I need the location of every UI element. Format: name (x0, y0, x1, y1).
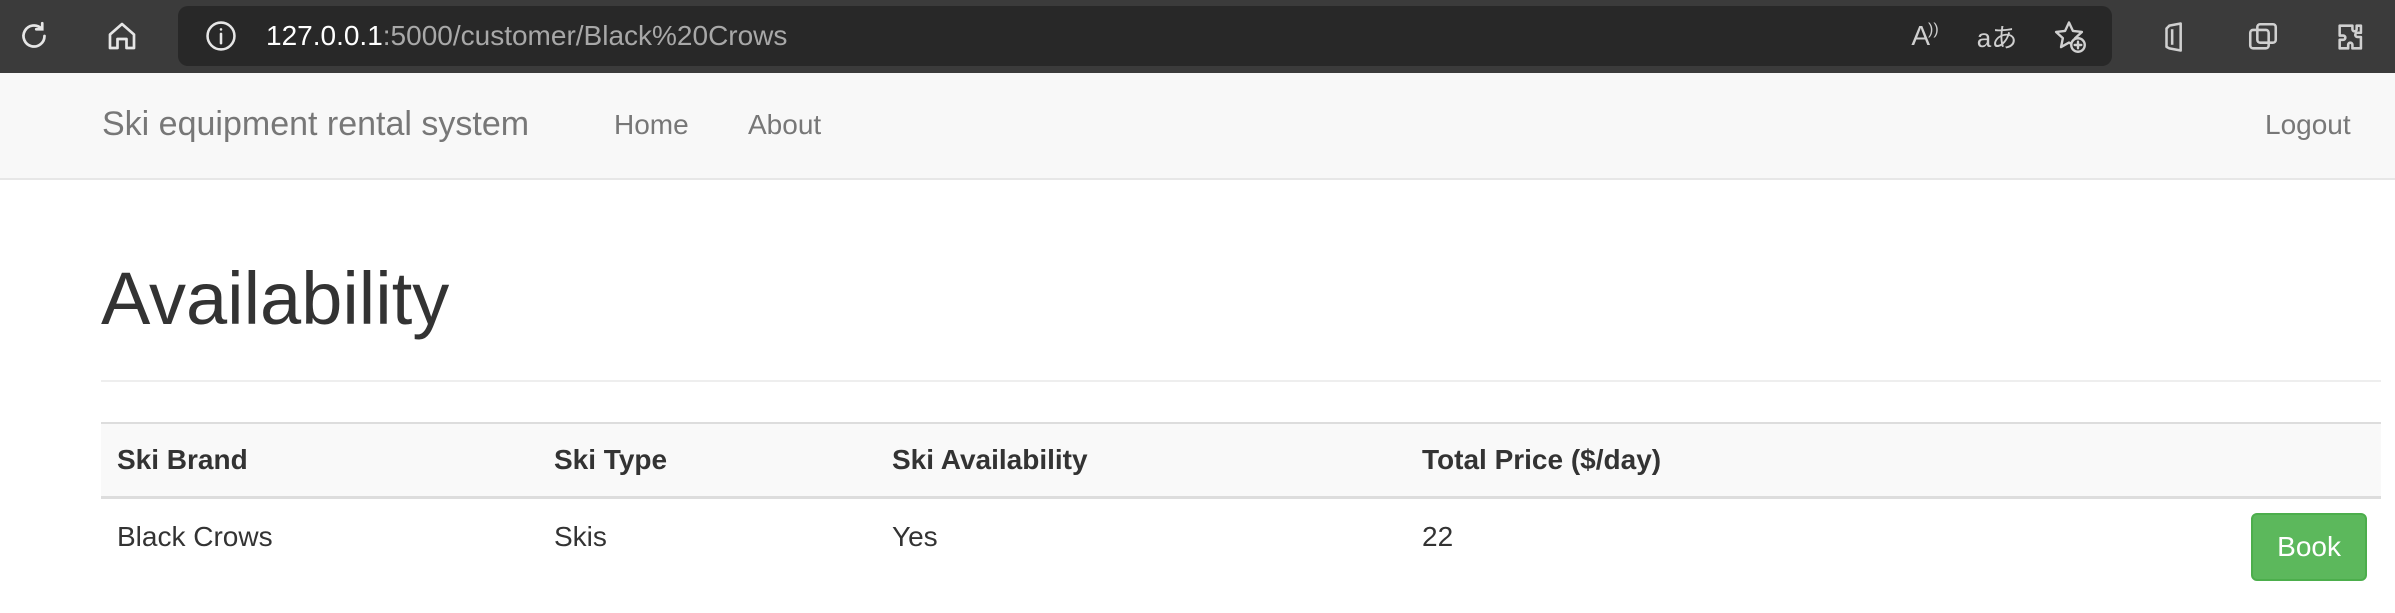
info-icon[interactable] (204, 19, 238, 53)
url-text[interactable]: 127.0.0.1:5000/customer/Black%20Crows (266, 20, 787, 52)
cell-ski-type: Skis (554, 520, 607, 552)
nav-about-link[interactable]: About (748, 109, 821, 141)
page-title: Availability (101, 257, 450, 340)
office-icon[interactable] (2131, 0, 2219, 73)
browser-toolbar: 127.0.0.1:5000/customer/Black%20Crows A)… (0, 0, 2395, 73)
cell-total-price: 22 (1422, 520, 1454, 552)
favorite-add-icon[interactable] (2046, 13, 2092, 59)
cell-action: Book (2226, 497, 2381, 595)
home-button[interactable] (92, 6, 152, 66)
brand-link[interactable]: Ski equipment rental system (102, 105, 529, 144)
book-button[interactable]: Book (2251, 512, 2367, 581)
nav-home-link[interactable]: Home (614, 109, 689, 141)
cell-ski-brand: Black Crows (117, 520, 273, 552)
header-ski-brand: Ski Brand (101, 422, 538, 499)
translate-icon[interactable]: aあ (1974, 13, 2020, 59)
url-host: 127.0.0.1 (266, 20, 383, 51)
availability-table-container: Ski Brand Ski Type Ski Availability Tota… (101, 422, 2381, 595)
header-ski-availability: Ski Availability (876, 422, 1406, 499)
table-header-row: Ski Brand Ski Type Ski Availability Tota… (101, 422, 2381, 499)
table-row: Black Crows Skis Yes 22 Book (101, 497, 2381, 595)
availability-table: Ski Brand Ski Type Ski Availability Tota… (101, 422, 2381, 595)
header-action (2226, 422, 2381, 499)
cell-ski-availability: Yes (892, 520, 938, 552)
title-divider (101, 380, 2381, 382)
address-bar[interactable]: 127.0.0.1:5000/customer/Black%20Crows A)… (178, 6, 2112, 66)
url-path: :5000/customer/Black%20Crows (382, 20, 788, 51)
translate-glyph: aあ (1976, 22, 2018, 53)
refresh-icon (22, 21, 46, 48)
refresh-button[interactable] (4, 6, 64, 66)
site-navbar: Ski equipment rental system Home About L… (0, 73, 2395, 180)
home-icon (108, 22, 136, 50)
header-ski-type: Ski Type (538, 422, 876, 499)
collections-icon[interactable] (2219, 0, 2307, 73)
nav-logout-link[interactable]: Logout (2265, 109, 2351, 141)
read-aloud-icon[interactable]: A)) (1902, 13, 1948, 59)
extensions-icon[interactable] (2307, 0, 2395, 73)
header-total-price: Total Price ($/day) (1406, 422, 2226, 499)
